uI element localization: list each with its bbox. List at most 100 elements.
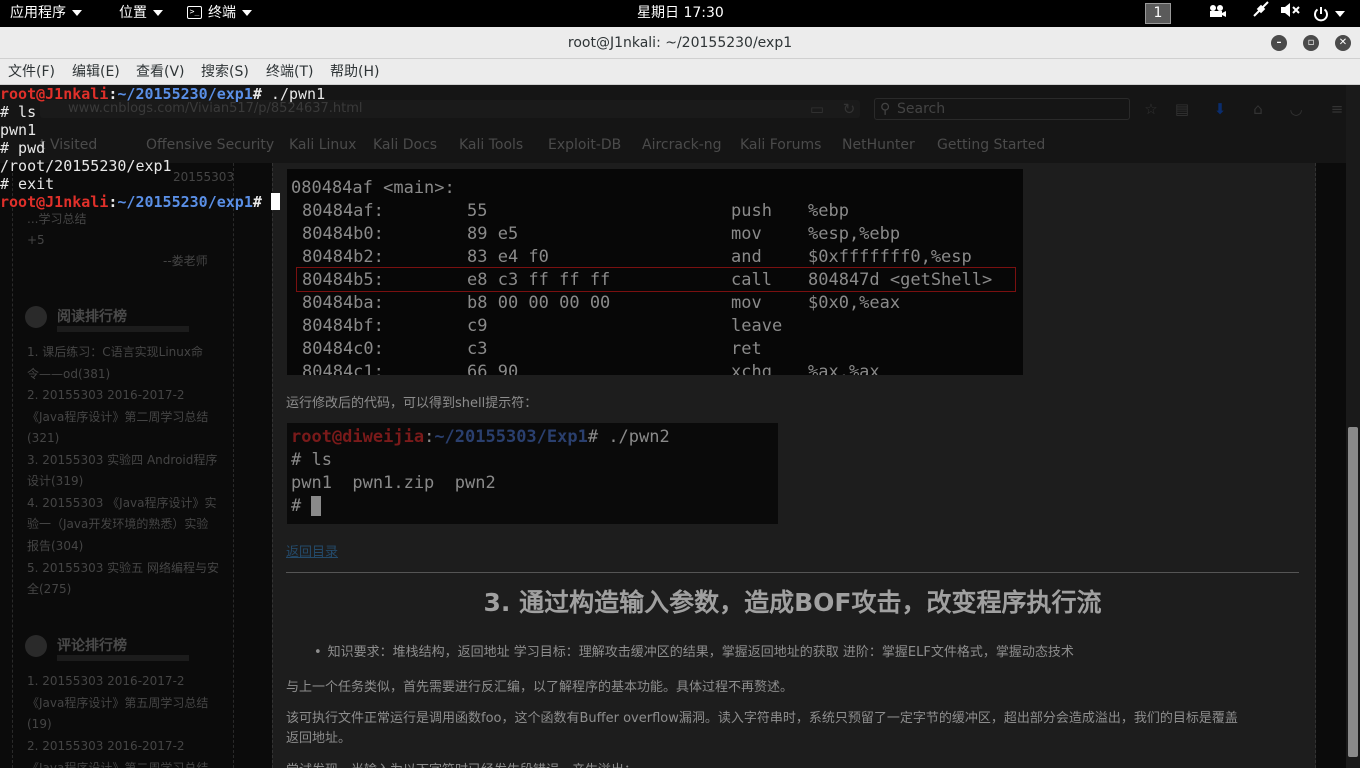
code-cell: c9 xyxy=(467,316,488,336)
code-cell: 80484b0: xyxy=(302,224,384,244)
code-cell: and xyxy=(731,247,762,267)
code-cell: 66 90 xyxy=(467,362,519,375)
search-box: ⚲ Search xyxy=(874,98,1130,120)
places-menu[interactable]: 位置 xyxy=(119,0,163,27)
code-cell: 89 e5 xyxy=(467,224,519,244)
menu-file[interactable]: 文件(F) xyxy=(8,59,55,85)
paragraph: 与上一个任务类似，首先需要进行反汇编，以了解程序的基本功能。具体过程不再赘述。 xyxy=(286,680,794,695)
divider xyxy=(286,572,1299,573)
window-titlebar[interactable]: root@J1nkali: ~/20155230/exp1 – ▫ ✕ xyxy=(0,27,1360,59)
terminal-icon: >_ xyxy=(187,5,202,19)
volume-icon[interactable] xyxy=(1279,0,1301,27)
code-cell: %esp,%ebp xyxy=(808,224,901,244)
paragraph: 尝试发现，当输入为以下字符时已经发生段错误，产生溢出： xyxy=(286,759,637,768)
divider xyxy=(57,655,189,661)
code-line: # xyxy=(291,495,322,518)
paragraph: 运行修改后的代码，可以得到shell提示符： xyxy=(286,396,538,411)
list-item: 报告(304) xyxy=(27,539,84,553)
menu-view[interactable]: 查看(V) xyxy=(136,59,185,85)
section-heading: 3. 通过构造输入参数，造成BOF攻击，改变程序执行流 xyxy=(483,588,1102,617)
hamburger-icon: ≡ xyxy=(1330,100,1344,118)
code-cell: 83 e4 f0 xyxy=(467,247,549,267)
code-cell: 80484ba: xyxy=(302,293,384,313)
divider xyxy=(57,326,189,332)
clock[interactable]: 星期日 17:30 xyxy=(637,0,724,27)
list-item: 全(275) xyxy=(27,582,72,596)
bookmark-kali-tools: Kali Tools xyxy=(459,137,524,153)
prompt-user: root@J1nkali xyxy=(0,193,109,211)
code-cell: 80484c1: xyxy=(302,362,384,375)
code-cell: %ebp xyxy=(808,201,849,221)
bookmark-exploit-db: Exploit-DB xyxy=(548,137,622,153)
code-cell: mov xyxy=(731,224,762,244)
rank-icon xyxy=(25,306,47,328)
terminal-output[interactable]: root@J1nkali:~/20155230/exp1# ./pwn1 # l… xyxy=(0,85,400,211)
blog-sidebar: 20155303 ...学习总结 +5 --娄老师 阅读排行榜 1. 课后练习：… xyxy=(12,163,234,768)
code-cell: ret xyxy=(731,339,762,359)
list-item: 《Java程序设计》第二周学习总结 xyxy=(27,410,209,424)
bookmark-nethunter: NetHunter xyxy=(842,137,915,153)
menu-edit[interactable]: 编辑(E) xyxy=(72,59,120,85)
terminal-area[interactable]: www.cnblogs.com/Vivian517/p/8524637.html… xyxy=(0,85,1360,768)
power-menu[interactable] xyxy=(1306,0,1352,27)
terminal-line: # ls xyxy=(0,103,37,121)
minimize-button[interactable]: – xyxy=(1271,35,1287,51)
code-prompt: # xyxy=(291,496,312,516)
list-item: 《Java程序设计》第五周学习总结 xyxy=(27,696,209,710)
reader-icon: ▭ xyxy=(809,100,825,118)
list-item: 令——od(381) xyxy=(27,367,111,381)
bullet-item: • 知识要求：堆栈结构，返回地址 学习目标：理解攻击缓冲区的结果，掌握返回地址的获… xyxy=(314,645,1074,660)
code-cell: %ax,%ax xyxy=(808,362,880,375)
prompt-path: ~/20155230/exp1 xyxy=(117,85,253,103)
code-cell: 80484b2: xyxy=(302,247,384,267)
home-icon: ⌂ xyxy=(1253,100,1263,118)
menu-help[interactable]: 帮助(H) xyxy=(330,59,379,85)
applications-menu[interactable]: 应用程序 xyxy=(10,0,82,27)
code-line: # ls xyxy=(291,450,332,470)
menu-search[interactable]: 搜索(S) xyxy=(201,59,249,85)
sidebar-fragment: --娄老师 xyxy=(163,254,208,268)
terminal-line: root@J1nkali:~/20155230/exp1# ./pwn1 xyxy=(0,85,326,103)
chevron-down-icon xyxy=(242,10,252,16)
list-item: 设计(319) xyxy=(27,474,84,488)
window-title: root@J1nkali: ~/20155230/exp1 xyxy=(567,35,793,51)
places-label: 位置 xyxy=(119,5,147,21)
list-item: 2. 20155303 2016-2017-2 xyxy=(27,739,185,753)
chevron-down-icon xyxy=(153,10,163,16)
chevron-down-icon xyxy=(72,10,82,16)
prompt-user: root@J1nkali xyxy=(0,85,109,103)
menu-terminal[interactable]: 终端(T) xyxy=(266,59,313,85)
code-cell: xchg xyxy=(731,362,772,375)
command-text: ./pwn1 xyxy=(261,85,326,103)
scrollbar-thumb[interactable] xyxy=(1348,427,1358,757)
network-icon[interactable] xyxy=(1250,0,1272,27)
download-icon: ⬇ xyxy=(1213,100,1227,118)
video-icon[interactable] xyxy=(1206,0,1228,27)
cursor xyxy=(311,496,322,516)
code-cell: 55 xyxy=(467,201,488,221)
terminal-line: /root/20155230/exp1 xyxy=(0,157,172,175)
bookmark-getting-started: Getting Started xyxy=(937,137,1046,153)
list-item: 1. 20155303 2016-2017-2 xyxy=(27,674,185,688)
workspace-indicator[interactable]: 1 xyxy=(1145,3,1171,24)
list-item: 4. 20155303 《Java程序设计》实 xyxy=(27,496,217,510)
close-button[interactable]: ✕ xyxy=(1335,35,1351,51)
maximize-button[interactable]: ▫ xyxy=(1303,35,1319,51)
terminal-app-menu[interactable]: >_ 终端 xyxy=(187,0,252,27)
terminal-line: # pwd xyxy=(0,139,46,157)
terminal-line: # exit xyxy=(0,175,55,193)
applications-label: 应用程序 xyxy=(10,5,66,21)
code-cell: c3 xyxy=(467,339,488,359)
terminal-app-label: 终端 xyxy=(208,5,236,21)
rank-icon xyxy=(25,635,47,657)
read-rank-title: 阅读排行榜 xyxy=(57,309,127,325)
list-item: 验一（Java开发环境的熟悉）实验 xyxy=(27,517,209,531)
reload-icon: ↻ xyxy=(842,100,856,118)
code-cmd: # ./pwn2 xyxy=(587,427,670,447)
code-line: pwn1 pwn1.zip pwn2 xyxy=(291,473,496,493)
paragraph: 该可执行文件正常运行是调用函数foo，这个函数有Buffer overflow漏… xyxy=(286,711,1238,726)
sidebar-fragment: ...学习总结 xyxy=(27,212,87,226)
chevron-down-icon xyxy=(1335,10,1345,17)
search-placeholder: Search xyxy=(897,101,946,117)
prompt-path: ~/20155230/exp1 xyxy=(117,193,253,211)
